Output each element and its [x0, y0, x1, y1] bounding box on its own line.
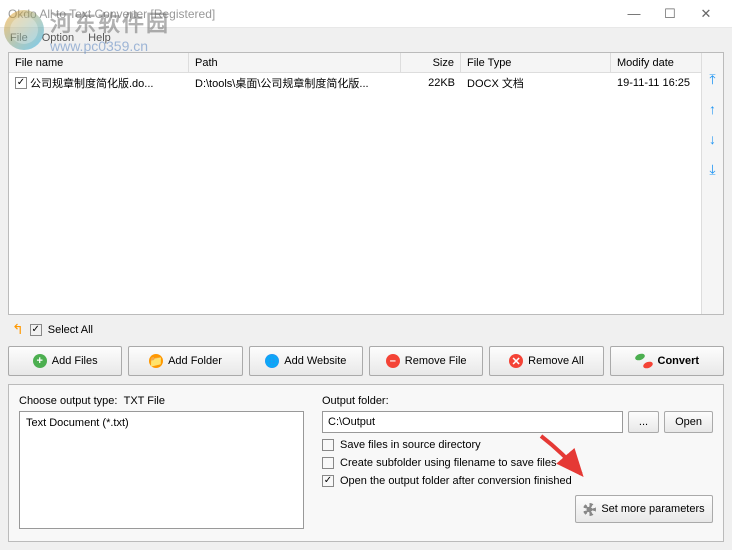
cell-filename: 公司规章制度简化版.do... — [30, 75, 153, 91]
minimize-button[interactable]: — — [616, 0, 652, 28]
convert-button[interactable]: Convert — [610, 346, 724, 376]
output-folder-input[interactable] — [322, 411, 623, 433]
choose-output-label: Choose output type: — [19, 395, 117, 407]
list-item[interactable]: Text Document (*.txt) — [24, 416, 299, 430]
cell-path: D:\tools\桌面\公司规章制度简化版... — [189, 73, 401, 93]
set-more-parameters-button[interactable]: Set more parameters — [575, 495, 713, 523]
cell-type: DOCX 文档 — [461, 73, 611, 93]
reorder-toolbar: ⤒ ↑ ↓ ⤓ — [701, 53, 723, 314]
file-list-panel: File name Path Size File Type Modify dat… — [8, 52, 724, 315]
titlebar: Okdo All to Text Converter [Registered] … — [0, 0, 732, 28]
globe-icon: 🌐 — [265, 354, 279, 368]
col-size[interactable]: Size — [401, 53, 461, 72]
move-down-icon[interactable]: ↓ — [705, 131, 721, 147]
output-settings-panel: Choose output type: TXT File Text Docume… — [8, 384, 724, 542]
create-subfolder-checkbox[interactable] — [322, 457, 334, 469]
col-path[interactable]: Path — [189, 53, 401, 72]
choose-output-type: TXT File — [124, 395, 165, 407]
menu-help[interactable]: Help — [88, 32, 111, 44]
menu-option[interactable]: Option — [42, 32, 74, 44]
create-subfolder-label: Create subfolder using filename to save … — [340, 457, 556, 469]
cell-date: 19-11-11 16:25 — [611, 75, 701, 91]
col-modifydate[interactable]: Modify date — [611, 53, 701, 72]
open-folder-button[interactable]: Open — [664, 411, 713, 433]
gear-icon — [583, 503, 596, 516]
save-in-source-checkbox[interactable] — [322, 439, 334, 451]
browse-button[interactable]: ... — [628, 411, 659, 433]
window-title: Okdo All to Text Converter [Registered] — [8, 7, 616, 21]
menubar: File Option Help — [0, 28, 732, 48]
move-bottom-icon[interactable]: ⤓ — [705, 161, 721, 177]
table-row[interactable]: 公司规章制度简化版.do... D:\tools\桌面\公司规章制度简化版...… — [9, 73, 701, 93]
output-type-listbox[interactable]: Text Document (*.txt) — [19, 411, 304, 529]
remove-all-button[interactable]: ✕Remove All — [489, 346, 603, 376]
remove-file-button[interactable]: –Remove File — [369, 346, 483, 376]
save-in-source-label: Save files in source directory — [340, 439, 481, 451]
select-all-label: Select All — [48, 324, 93, 336]
open-after-label: Open the output folder after conversion … — [340, 475, 572, 487]
add-website-button[interactable]: 🌐Add Website — [249, 346, 363, 376]
minus-icon: – — [386, 354, 400, 368]
close-button[interactable]: ✕ — [688, 0, 724, 28]
up-arrow-icon: ↰ — [12, 321, 24, 338]
x-icon: ✕ — [509, 354, 523, 368]
col-filetype[interactable]: File Type — [461, 53, 611, 72]
cell-size: 22KB — [401, 75, 461, 91]
col-filename[interactable]: File name — [9, 53, 189, 72]
add-folder-button[interactable]: 📁Add Folder — [128, 346, 242, 376]
open-after-checkbox[interactable] — [322, 475, 334, 487]
maximize-button[interactable]: ☐ — [652, 0, 688, 28]
move-up-icon[interactable]: ↑ — [705, 101, 721, 117]
folder-icon: 📁 — [149, 354, 163, 368]
row-checkbox[interactable] — [15, 77, 27, 89]
move-top-icon[interactable]: ⤒ — [705, 71, 721, 87]
menu-file[interactable]: File — [10, 32, 28, 44]
convert-icon — [635, 354, 653, 368]
select-all-checkbox[interactable] — [30, 324, 42, 336]
add-files-button[interactable]: +Add Files — [8, 346, 122, 376]
output-folder-label: Output folder: — [322, 395, 713, 407]
table-header: File name Path Size File Type Modify dat… — [9, 53, 701, 73]
plus-icon: + — [33, 354, 47, 368]
